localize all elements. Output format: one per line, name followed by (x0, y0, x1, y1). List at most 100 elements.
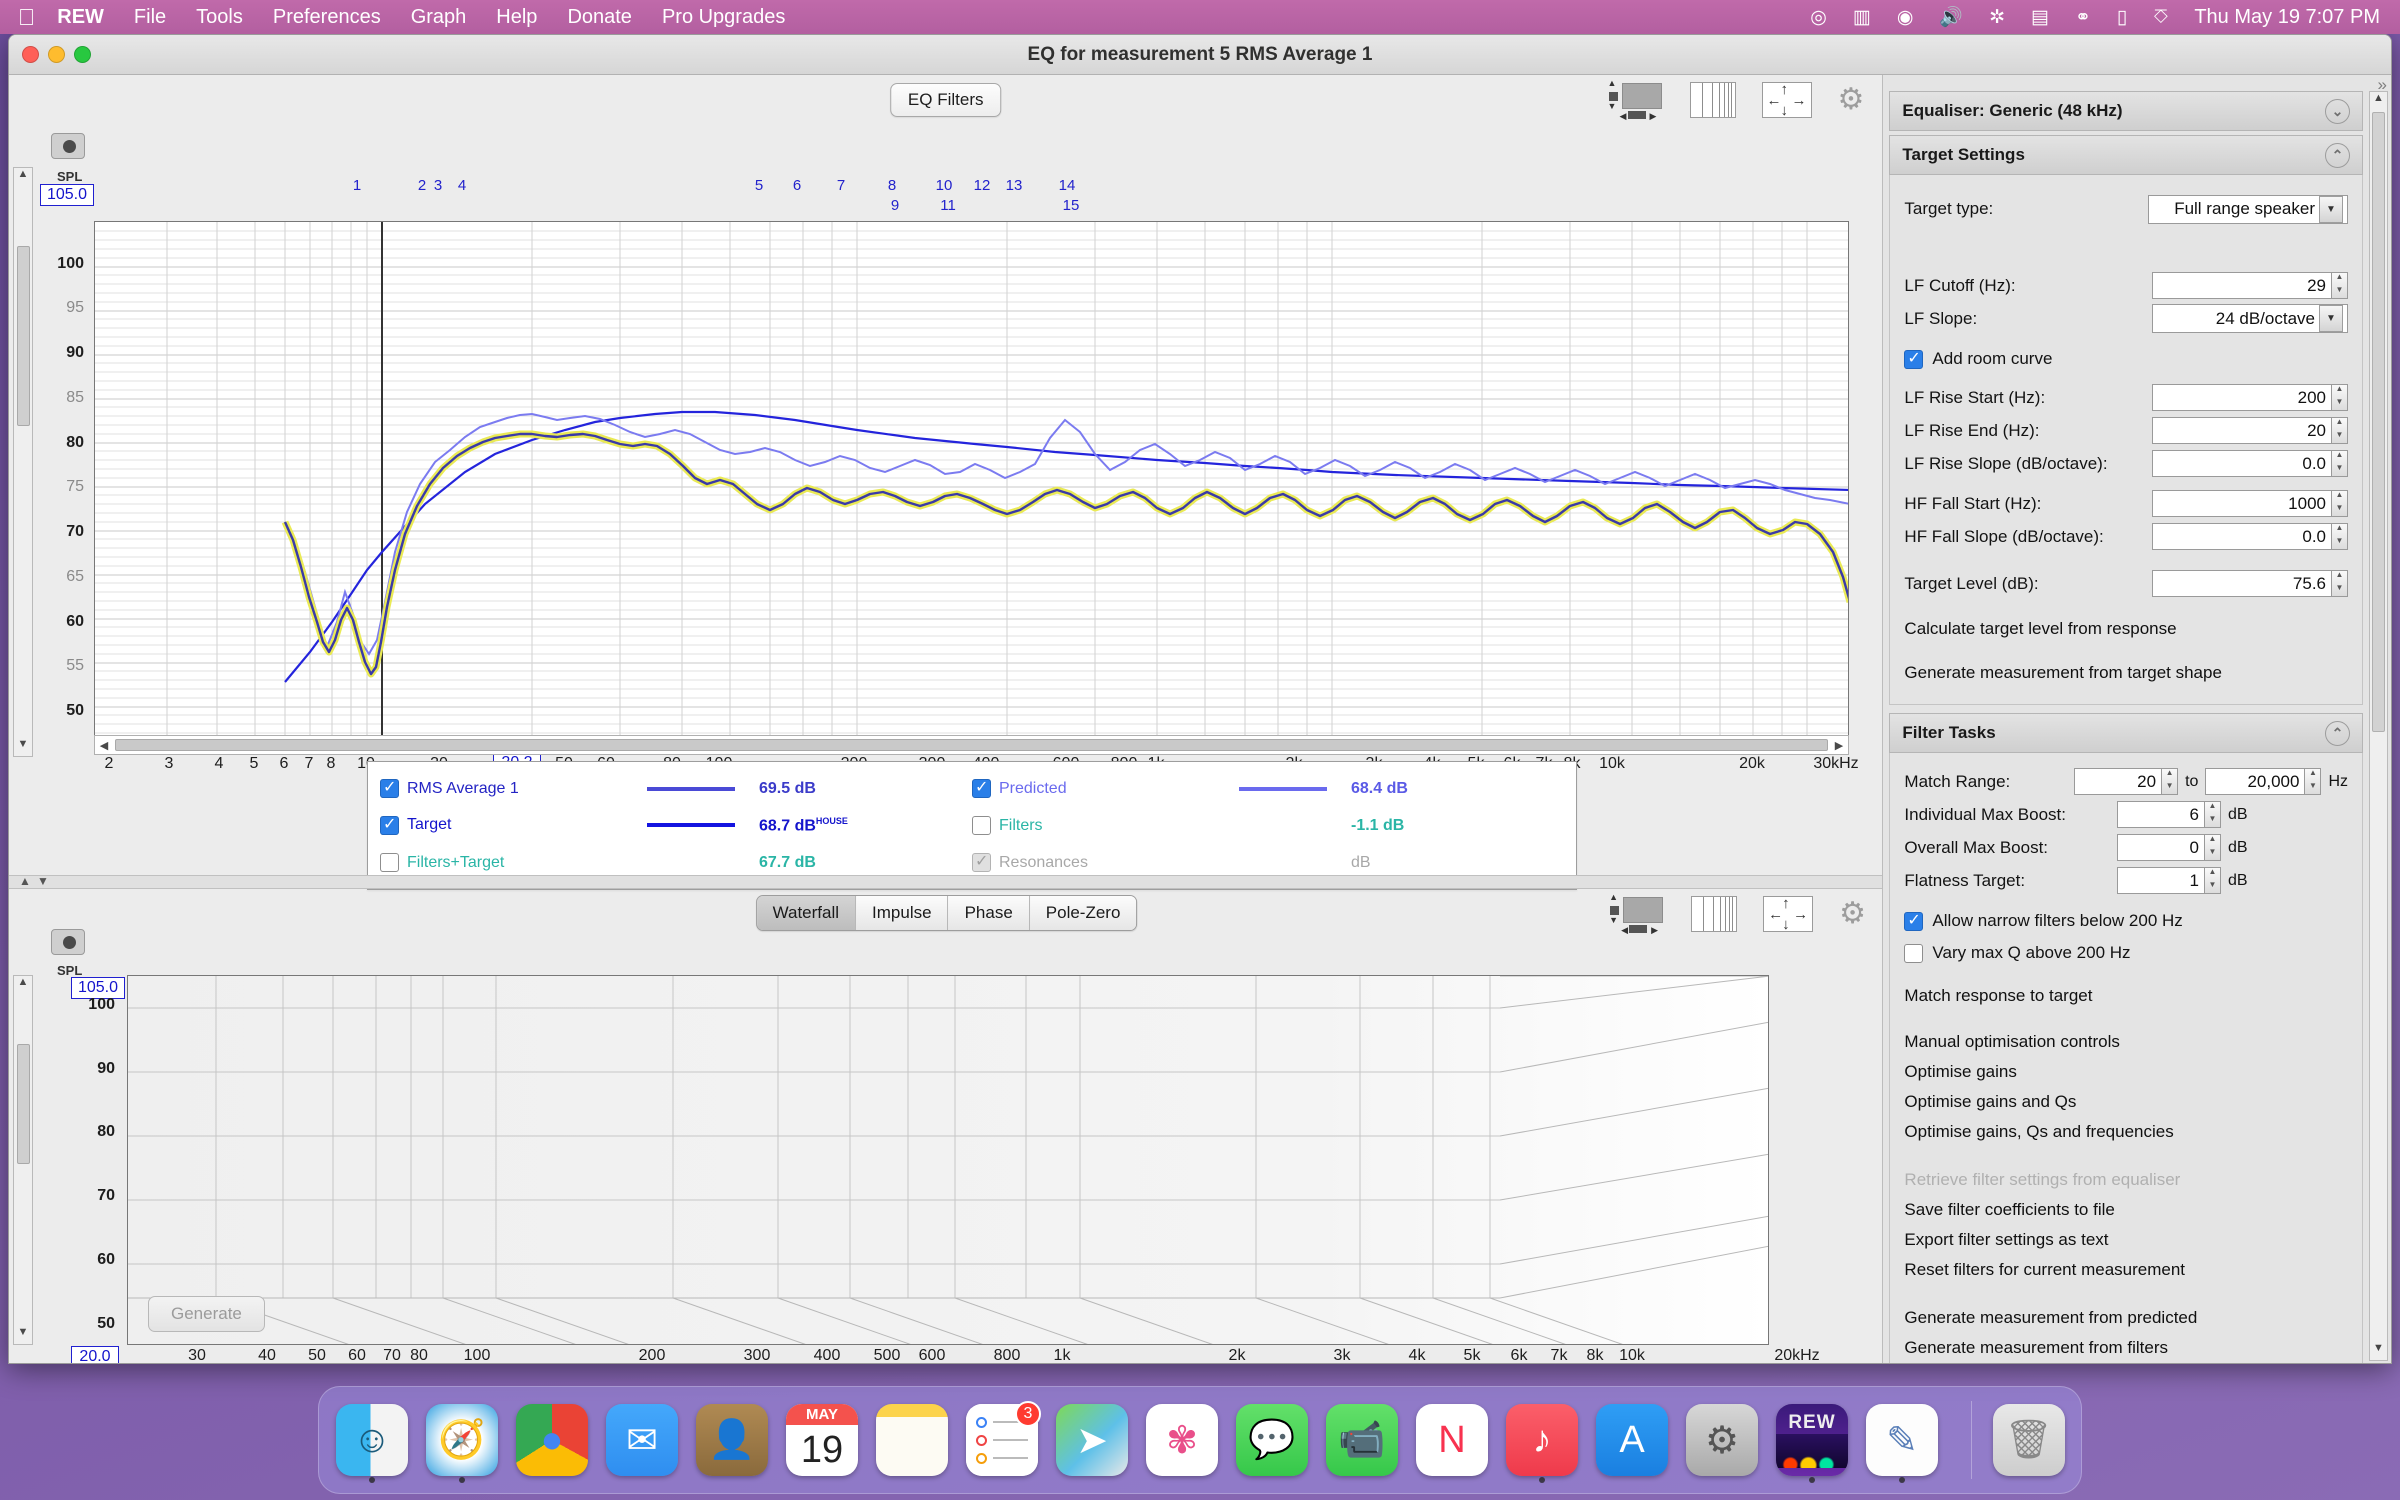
menu-item-pro-upgrades[interactable]: Pro Upgrades (662, 6, 785, 29)
dock-item-trash[interactable]: 🗑 (1971, 1401, 2067, 1479)
link-manual-optimisation-controls[interactable]: Manual optimisation controls (1904, 1027, 2348, 1057)
stepper-lf-rise-slope[interactable]: ▲ ▼ (2332, 450, 2348, 477)
dock-item-mail[interactable]: ✉ (603, 1401, 681, 1479)
scroll-up-arrow[interactable]: ▲ (2370, 92, 2387, 110)
dock-item-appstore[interactable]: A (1593, 1401, 1671, 1479)
graph-settings-gear-icon[interactable]: ⚙ (1839, 899, 1866, 929)
dock-item-systemsettings[interactable]: ⚙ (1683, 1401, 1761, 1479)
filter-marker-11[interactable]: 11 (940, 197, 956, 214)
contacts-icon[interactable]: 👤 (696, 1404, 768, 1476)
menu-item-tools[interactable]: Tools (196, 6, 243, 29)
stepper-overall-max-boost[interactable]: ▲ ▼ (2205, 834, 2221, 861)
stepper-flatness-target[interactable]: ▲ ▼ (2205, 867, 2221, 894)
input-language-flag-icon[interactable]: ▤ (2031, 8, 2049, 27)
input-individual-max-boost[interactable]: 6 (2117, 801, 2205, 828)
panel-divider[interactable]: ▲ ▼ (9, 874, 1884, 889)
scroll-right-arrow[interactable]: ▶ (1830, 739, 1848, 752)
filter-marker-1[interactable]: 1 (353, 177, 361, 194)
bottom-chart-x-min-input[interactable]: 20.0 (71, 1346, 119, 1363)
tab-waterfall[interactable]: Waterfall (756, 896, 857, 930)
safari-icon[interactable]: 🧭 (426, 1404, 498, 1476)
link-generate-measurement-from-predicted[interactable]: Generate measurement from predicted (1904, 1303, 2348, 1333)
menu-item-file[interactable]: File (134, 6, 166, 29)
link-optimise-gains-qs-frequencies[interactable]: Optimise gains, Qs and frequencies (1904, 1117, 2348, 1147)
filter-marker-7[interactable]: 7 (837, 177, 845, 194)
stepper-lf-cutoff[interactable]: ▲ ▼ (2332, 272, 2348, 299)
dock-item-calendar[interactable]: MAY 19 (783, 1401, 861, 1479)
axis-limits-icon[interactable]: ▲ ▼ ◀ ▶ (1606, 79, 1664, 121)
rew-icon[interactable]: REW (1776, 1404, 1848, 1476)
dock-item-chrome[interactable]: ● (513, 1401, 591, 1479)
filter-marker-5[interactable]: 5 (755, 177, 763, 194)
legend-item-target[interactable]: Target 68.7 dBHOUSE (380, 814, 972, 835)
link-export-filter-settings[interactable]: Export filter settings as text (1904, 1225, 2348, 1255)
divider-collapse-down-icon[interactable]: ▼ (37, 874, 49, 888)
chrome-icon[interactable]: ● (516, 1404, 588, 1476)
filter-marker-8[interactable]: 8 (888, 177, 896, 194)
menu-item-rew[interactable]: REW (57, 6, 104, 29)
input-overall-max-boost[interactable]: 0 (2117, 834, 2205, 861)
scroll-thumb-horizontal[interactable] (115, 739, 1828, 751)
tab-pole-zero[interactable]: Pole-Zero (1029, 896, 1137, 930)
input-lf-rise-start[interactable]: 200 (2152, 384, 2332, 411)
trash-icon[interactable]: 🗑 (1992, 1404, 2065, 1476)
input-hf-fall-slope[interactable]: 0.0 (2152, 523, 2332, 550)
scroll-down-arrow[interactable]: ▼ (2370, 1342, 2387, 1360)
calendar-icon[interactable]: MAY 19 (786, 1404, 858, 1476)
input-lf-cutoff[interactable]: 29 (2152, 272, 2332, 299)
filter-marker-14[interactable]: 14 (1059, 177, 1076, 194)
filter-marker-3[interactable]: 3 (434, 177, 442, 194)
facetime-icon[interactable]: 📹 (1326, 1404, 1398, 1476)
checkbox-vary-max-q[interactable]: Vary max Q above 200 Hz (1904, 937, 2348, 969)
dock-item-contacts[interactable]: 👤 (693, 1401, 771, 1479)
legend-item-predicted[interactable]: Predicted 68.4 dB (972, 777, 1564, 798)
dock-item-notes[interactable] (873, 1401, 951, 1479)
link-generate-measurement-from-filters[interactable]: Generate measurement from filters (1904, 1333, 2348, 1363)
systemsettings-icon[interactable]: ⚙ (1686, 1404, 1758, 1476)
filter-marker-6[interactable]: 6 (793, 177, 801, 194)
stepper-lf-rise-end[interactable]: ▲ ▼ (2332, 417, 2348, 444)
battery-icon[interactable]: ▯ (2117, 8, 2127, 27)
stepper-individual-max-boost[interactable]: ▲ ▼ (2205, 801, 2221, 828)
legend-checkbox-filters-plus-target[interactable] (380, 853, 399, 872)
finder-icon[interactable]: ☺ (336, 1404, 408, 1476)
filter-marker-12[interactable]: 12 (974, 177, 991, 194)
checkbox-allow-narrow-filters[interactable]: Allow narrow filters below 200 Hz (1904, 905, 2348, 937)
appstore-icon[interactable]: A (1596, 1404, 1668, 1476)
checkbox-indicator-allow-narrow-filters[interactable] (1904, 910, 1924, 931)
stepper-match-range-from[interactable]: ▲ ▼ (2162, 768, 2179, 795)
notes-icon[interactable] (876, 1404, 948, 1476)
stepper-match-range-to[interactable]: ▲ ▼ (2305, 768, 2322, 795)
menubar-clock[interactable]: Thu May 19 7:07 PM (2194, 6, 2380, 29)
photos-icon[interactable]: ✾ (1146, 1404, 1218, 1476)
menu-item-help[interactable]: Help (496, 6, 537, 29)
input-match-range-from[interactable]: 20 (2074, 768, 2163, 795)
bluetooth-icon[interactable]: ✲ (1989, 8, 2005, 27)
section-target-settings-header[interactable]: Target Settings ⌃ (1889, 135, 2363, 175)
filter-marker-4[interactable]: 4 (458, 177, 466, 194)
checkbox-add-room-curve[interactable]: Add room curve (1904, 343, 2348, 375)
input-lf-rise-slope[interactable]: 0.0 (2152, 450, 2332, 477)
tab-impulse[interactable]: Impulse (856, 896, 949, 930)
music-icon[interactable]: ♪ (1506, 1404, 1578, 1476)
link-generate-measurement-from-target-shape[interactable]: Generate measurement from target shape (1904, 658, 2348, 688)
scroll-left-arrow[interactable]: ◀ (95, 739, 113, 752)
dock-item-textedit[interactable]: ✎ (1863, 1401, 1941, 1483)
control-center-icon[interactable]: ⎏ (2153, 8, 2168, 27)
menu-item-preferences[interactable]: Preferences (273, 6, 381, 29)
tab-phase[interactable]: Phase (948, 896, 1030, 930)
select-target-type[interactable]: Full range speaker ▼ (2148, 194, 2348, 224)
stepper-hf-fall-start[interactable]: ▲ ▼ (2332, 490, 2348, 517)
menu-item-donate[interactable]: Donate (567, 6, 632, 29)
link-reset-filters[interactable]: Reset filters for current measurement (1904, 1255, 2348, 1285)
dock-item-messages[interactable]: 💬 (1233, 1401, 1311, 1479)
apple-logo-icon[interactable]:  (18, 5, 35, 29)
volume-icon[interactable]: 🔊 (1939, 8, 1963, 27)
messages-icon[interactable]: 💬 (1236, 1404, 1308, 1476)
select-lf-slope[interactable]: 24 dB/octave ▼ (2152, 304, 2348, 333)
section-equaliser-header[interactable]: Equaliser: Generic (48 kHz) ⌄ (1889, 91, 2363, 131)
chevron-down-icon[interactable]: ▼ (2319, 195, 2343, 223)
legend-checkbox-rms-average-1[interactable] (380, 777, 399, 798)
filter-marker-2[interactable]: 2 (418, 177, 426, 194)
section-filter-tasks-header[interactable]: Filter Tasks ⌃ (1889, 713, 2363, 753)
